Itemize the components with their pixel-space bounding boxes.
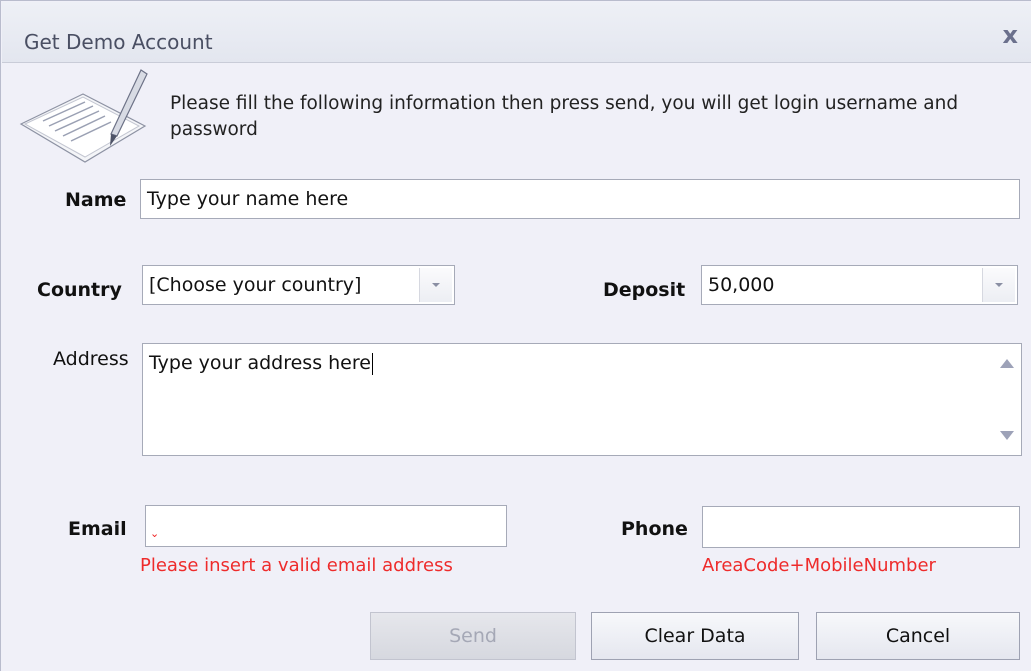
country-dropdown-button[interactable] xyxy=(419,268,452,302)
phone-hint-message: AreaCode+MobileNumber xyxy=(702,555,936,576)
document-pen-icon xyxy=(19,69,148,163)
address-label: Address xyxy=(53,348,129,370)
chevron-down-icon xyxy=(995,283,1003,287)
send-button[interactable]: Send xyxy=(370,612,576,660)
phone-input[interactable] xyxy=(702,506,1020,548)
address-textarea[interactable]: Type your address here xyxy=(142,343,1022,456)
deposit-label: Deposit xyxy=(603,279,686,301)
name-label: Name xyxy=(65,189,127,211)
deposit-dropdown-button[interactable] xyxy=(982,268,1015,302)
name-input-value: Type your name here xyxy=(147,188,349,210)
window-title: Get Demo Account xyxy=(24,30,213,54)
cancel-button[interactable]: Cancel xyxy=(816,612,1020,660)
phone-label: Phone xyxy=(621,518,688,540)
address-scrollbar[interactable] xyxy=(992,345,1020,454)
deposit-select[interactable]: 50,000 xyxy=(701,265,1018,305)
clear-data-button[interactable]: Clear Data xyxy=(591,612,799,660)
country-select-value: [Choose your country] xyxy=(149,274,362,296)
demo-account-dialog: Get Demo Account x Please fill the follo… xyxy=(0,0,1031,671)
close-icon[interactable]: x xyxy=(1003,21,1018,49)
name-input[interactable]: Type your name here xyxy=(140,179,1020,219)
deposit-select-value: 50,000 xyxy=(708,274,775,296)
email-label: Email xyxy=(68,518,127,540)
email-error-message: Please insert a valid email address xyxy=(140,555,453,576)
country-label: Country xyxy=(37,279,122,301)
title-bar[interactable]: Get Demo Account x xyxy=(2,2,1031,63)
email-input[interactable]: ⌄ xyxy=(145,505,507,547)
address-textarea-value: Type your address here xyxy=(149,352,373,375)
country-select[interactable]: [Choose your country] xyxy=(142,265,455,305)
scroll-down-icon[interactable] xyxy=(1000,431,1014,440)
chevron-down-icon xyxy=(432,283,440,287)
scroll-up-icon[interactable] xyxy=(1000,359,1014,368)
spellcheck-squiggle-icon: ⌄ xyxy=(150,527,160,540)
intro-text: Please fill the following information th… xyxy=(170,93,959,140)
